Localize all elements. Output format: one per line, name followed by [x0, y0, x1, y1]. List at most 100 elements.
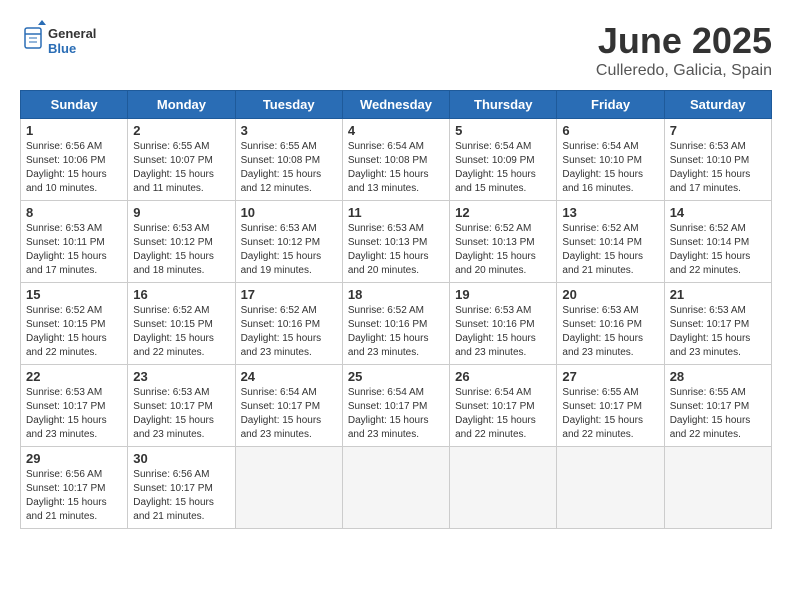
calendar-table: Sunday Monday Tuesday Wednesday Thursday…	[20, 90, 772, 529]
day-info: Sunrise: 6:54 AM Sunset: 10:09 PM Daylig…	[455, 140, 551, 196]
table-row	[235, 447, 342, 529]
table-row: 13Sunrise: 6:52 AM Sunset: 10:14 PM Dayl…	[557, 201, 664, 283]
table-row: 6 Sunrise: 6:54 AM Sunset: 10:10 PM Dayli…	[557, 119, 664, 201]
day-number: 13	[562, 205, 658, 220]
day-number: 8	[26, 205, 122, 220]
day-number: 6	[562, 123, 658, 138]
table-row: 2 Sunrise: 6:55 AM Sunset: 10:07 PM Dayli…	[128, 119, 235, 201]
day-number: 4	[348, 123, 444, 138]
table-row: 22Sunrise: 6:53 AM Sunset: 10:17 PM Dayl…	[21, 365, 128, 447]
table-row: 3Sunrise: 6:55 AM Sunset: 10:08 PM Dayli…	[235, 119, 342, 201]
table-row: 14 Sunrise: 6:52 AM Sunset: 10:14 PM Dayl…	[664, 201, 771, 283]
day-info: Sunrise: 6:55 AM Sunset: 10:17 PM Daylig…	[562, 386, 658, 442]
day-info: Sunrise: 6:53 AM Sunset: 10:17 PM Daylig…	[670, 304, 766, 360]
table-row	[557, 447, 664, 529]
day-info: Sunrise: 6:52 AM Sunset: 10:15 PM Daylig…	[26, 304, 122, 360]
table-row	[342, 447, 449, 529]
day-number: 25	[348, 369, 444, 384]
header-friday: Friday	[557, 91, 664, 119]
table-row: 10 Sunrise: 6:53 AM Sunset: 10:12 PM Dayl…	[235, 201, 342, 283]
calendar-week-3: 15 Sunrise: 6:52 AM Sunset: 10:15 PM Dayl…	[21, 283, 772, 365]
day-number: 15	[26, 287, 122, 302]
day-number: 21	[670, 287, 766, 302]
table-row: 12Sunrise: 6:52 AM Sunset: 10:13 PM Dayl…	[450, 201, 557, 283]
day-info: Sunrise: 6:56 AM Sunset: 10:06 PM Daylig…	[26, 140, 122, 196]
day-info: Sunrise: 6:54 AM Sunset: 10:17 PM Daylig…	[455, 386, 551, 442]
header-tuesday: Tuesday	[235, 91, 342, 119]
calendar-title: June 2025	[596, 20, 772, 62]
day-info: Sunrise: 6:52 AM Sunset: 10:13 PM Daylig…	[455, 222, 551, 278]
day-info: Sunrise: 6:55 AM Sunset: 10:07 PM Daylig…	[133, 140, 229, 196]
day-info: Sunrise: 6:53 AM Sunset: 10:17 PM Daylig…	[26, 386, 122, 442]
table-row: 23 Sunrise: 6:53 AM Sunset: 10:17 PM Dayl…	[128, 365, 235, 447]
day-number: 2	[133, 123, 229, 138]
day-number: 19	[455, 287, 551, 302]
day-number: 26	[455, 369, 551, 384]
day-number: 23	[133, 369, 229, 384]
svg-text:Blue: Blue	[48, 41, 76, 56]
table-row: 24Sunrise: 6:54 AM Sunset: 10:17 PM Dayl…	[235, 365, 342, 447]
table-row: 19 Sunrise: 6:53 AM Sunset: 10:16 PM Dayl…	[450, 283, 557, 365]
day-info: Sunrise: 6:53 AM Sunset: 10:17 PM Daylig…	[133, 386, 229, 442]
calendar-header: Sunday Monday Tuesday Wednesday Thursday…	[21, 91, 772, 119]
header-row: Sunday Monday Tuesday Wednesday Thursday…	[21, 91, 772, 119]
day-info: Sunrise: 6:52 AM Sunset: 10:16 PM Daylig…	[348, 304, 444, 360]
table-row: 8 Sunrise: 6:53 AM Sunset: 10:11 PM Dayli…	[21, 201, 128, 283]
header-sunday: Sunday	[21, 91, 128, 119]
calendar-week-5: 29 Sunrise: 6:56 AM Sunset: 10:17 PM Dayl…	[21, 447, 772, 529]
table-row: 28Sunrise: 6:55 AM Sunset: 10:17 PM Dayl…	[664, 365, 771, 447]
day-number: 3	[241, 123, 337, 138]
table-row: 21 Sunrise: 6:53 AM Sunset: 10:17 PM Dayl…	[664, 283, 771, 365]
day-number: 16	[133, 287, 229, 302]
header-thursday: Thursday	[450, 91, 557, 119]
day-number: 29	[26, 451, 122, 466]
day-number: 14	[670, 205, 766, 220]
day-info: Sunrise: 6:53 AM Sunset: 10:16 PM Daylig…	[562, 304, 658, 360]
day-info: Sunrise: 6:52 AM Sunset: 10:14 PM Daylig…	[670, 222, 766, 278]
day-number: 28	[670, 369, 766, 384]
table-row: 11 Sunrise: 6:53 AM Sunset: 10:13 PM Dayl…	[342, 201, 449, 283]
svg-text:General: General	[48, 26, 96, 41]
calendar-week-1: 1 Sunrise: 6:56 AM Sunset: 10:06 PM Dayli…	[21, 119, 772, 201]
table-row: 15 Sunrise: 6:52 AM Sunset: 10:15 PM Dayl…	[21, 283, 128, 365]
day-info: Sunrise: 6:52 AM Sunset: 10:16 PM Daylig…	[241, 304, 337, 360]
header-saturday: Saturday	[664, 91, 771, 119]
day-number: 30	[133, 451, 229, 466]
table-row: 7 Sunrise: 6:53 AM Sunset: 10:10 PM Dayli…	[664, 119, 771, 201]
table-row: 9 Sunrise: 6:53 AM Sunset: 10:12 PM Dayli…	[128, 201, 235, 283]
day-info: Sunrise: 6:52 AM Sunset: 10:15 PM Daylig…	[133, 304, 229, 360]
day-number: 27	[562, 369, 658, 384]
day-info: Sunrise: 6:54 AM Sunset: 10:10 PM Daylig…	[562, 140, 658, 196]
day-info: Sunrise: 6:53 AM Sunset: 10:12 PM Daylig…	[133, 222, 229, 278]
day-number: 20	[562, 287, 658, 302]
table-row: 5 Sunrise: 6:54 AM Sunset: 10:09 PM Dayli…	[450, 119, 557, 201]
table-row: 16 Sunrise: 6:52 AM Sunset: 10:15 PM Dayl…	[128, 283, 235, 365]
day-info: Sunrise: 6:56 AM Sunset: 10:17 PM Daylig…	[133, 468, 229, 524]
table-row: 26 Sunrise: 6:54 AM Sunset: 10:17 PM Dayl…	[450, 365, 557, 447]
day-number: 7	[670, 123, 766, 138]
table-row: 17Sunrise: 6:52 AM Sunset: 10:16 PM Dayl…	[235, 283, 342, 365]
day-number: 10	[241, 205, 337, 220]
header-wednesday: Wednesday	[342, 91, 449, 119]
day-info: Sunrise: 6:53 AM Sunset: 10:10 PM Daylig…	[670, 140, 766, 196]
day-info: Sunrise: 6:54 AM Sunset: 10:17 PM Daylig…	[241, 386, 337, 442]
day-info: Sunrise: 6:54 AM Sunset: 10:08 PM Daylig…	[348, 140, 444, 196]
day-number: 1	[26, 123, 122, 138]
table-row	[450, 447, 557, 529]
table-row: 20 Sunrise: 6:53 AM Sunset: 10:16 PM Dayl…	[557, 283, 664, 365]
day-info: Sunrise: 6:53 AM Sunset: 10:12 PM Daylig…	[241, 222, 337, 278]
table-row	[664, 447, 771, 529]
title-area: June 2025 Culleredo, Galicia, Spain	[596, 20, 772, 80]
table-row: 29 Sunrise: 6:56 AM Sunset: 10:17 PM Dayl…	[21, 447, 128, 529]
day-info: Sunrise: 6:53 AM Sunset: 10:13 PM Daylig…	[348, 222, 444, 278]
day-number: 5	[455, 123, 551, 138]
day-info: Sunrise: 6:56 AM Sunset: 10:17 PM Daylig…	[26, 468, 122, 524]
day-number: 9	[133, 205, 229, 220]
day-number: 11	[348, 205, 444, 220]
table-row: 18Sunrise: 6:52 AM Sunset: 10:16 PM Dayl…	[342, 283, 449, 365]
table-row: 27 Sunrise: 6:55 AM Sunset: 10:17 PM Dayl…	[557, 365, 664, 447]
table-row: 4 Sunrise: 6:54 AM Sunset: 10:08 PM Dayli…	[342, 119, 449, 201]
day-info: Sunrise: 6:53 AM Sunset: 10:11 PM Daylig…	[26, 222, 122, 278]
day-info: Sunrise: 6:53 AM Sunset: 10:16 PM Daylig…	[455, 304, 551, 360]
table-row: 30 Sunrise: 6:56 AM Sunset: 10:17 PM Dayl…	[128, 447, 235, 529]
